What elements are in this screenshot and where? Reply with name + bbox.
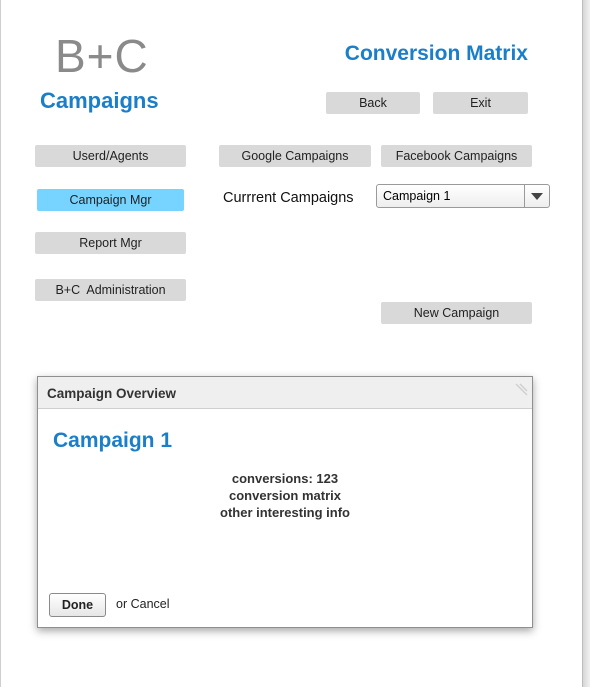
resize-icon[interactable]: [513, 382, 529, 398]
section-title: Campaigns: [40, 88, 159, 113]
campaign-select-value: Campaign 1: [383, 189, 451, 203]
page-title: Conversion Matrix: [344, 42, 528, 65]
sidebar-item-administration[interactable]: B+C Administration: [35, 279, 186, 301]
back-button[interactable]: Back: [326, 92, 420, 114]
tab-facebook-campaigns[interactable]: Facebook Campaigns: [381, 145, 532, 167]
info-line-matrix: conversion matrix: [229, 488, 341, 503]
dialog-header-title: Campaign Overview: [47, 386, 177, 401]
chevron-down-icon: [531, 193, 543, 200]
sidebar-item-report-mgr[interactable]: Report Mgr: [35, 232, 186, 254]
new-campaign-button[interactable]: New Campaign: [381, 302, 532, 324]
current-campaigns-label: Currrent Campaigns: [223, 190, 354, 206]
exit-button[interactable]: Exit: [433, 92, 528, 114]
cancel-link[interactable]: or Cancel: [116, 597, 170, 611]
sidebar-item-users-agents[interactable]: Userd/Agents: [35, 145, 186, 167]
dropdown-button[interactable]: [524, 185, 549, 207]
done-button[interactable]: Done: [49, 593, 106, 617]
window-edge-shadow: [583, 0, 590, 687]
info-line-conversions: conversions: 123: [231, 471, 339, 486]
sidebar-item-campaign-mgr[interactable]: Campaign Mgr: [37, 189, 184, 211]
info-line-other: other interesting info: [220, 505, 350, 520]
campaign-overview-dialog: Campaign Overview Campaign 1 conversions…: [37, 376, 533, 628]
tab-google-campaigns[interactable]: Google Campaigns: [219, 145, 371, 167]
logo: B+C: [55, 30, 149, 82]
dialog-header: Campaign Overview: [38, 377, 532, 409]
dialog-title: Campaign 1: [53, 429, 173, 452]
campaign-select[interactable]: Campaign 1: [376, 184, 550, 208]
